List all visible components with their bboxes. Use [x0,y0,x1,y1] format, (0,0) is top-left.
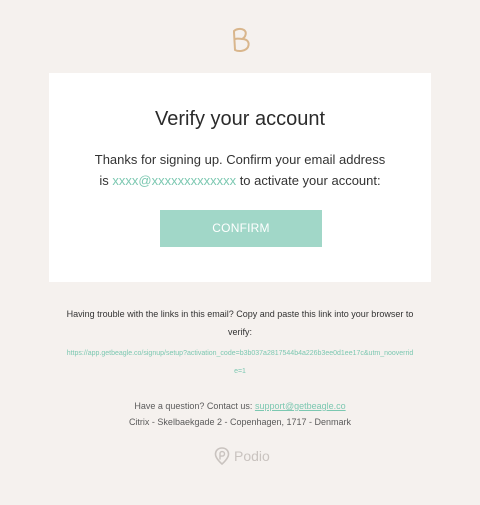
instruction-text: Thanks for signing up. Confirm your emai… [94,152,386,167]
activation-link[interactable]: https://app.getbeagle.co/signup/setup?ac… [66,345,414,381]
support-email-link[interactable]: support@getbeagle.co [255,401,346,411]
instruction-prefix: is [99,173,113,188]
page-title: Verify your account [154,108,326,130]
podio-brand-name: Podio [234,448,270,464]
contact-line: Have a question? Contact us: support@get… [0,399,480,413]
podio-brand: Podio [214,446,270,466]
confirm-button[interactable]: CONFIRM [160,210,322,247]
trouble-text: Having trouble with the links in this em… [66,309,414,337]
company-address: Citrix - Skelbaekgade 2 - Copenhagen, 17… [128,417,352,427]
contact-prefix: Have a question? Contact us: [134,401,255,411]
podio-icon [214,447,230,465]
account-email: xxxx@xxxxxxxxxxxxx [112,173,237,188]
beagle-b-logo-icon [233,27,250,52]
instruction-suffix: to activate your account: [236,173,381,188]
instruction-text-line2: is xxxx@xxxxxxxxxxxxx to activate your a… [0,172,480,190]
